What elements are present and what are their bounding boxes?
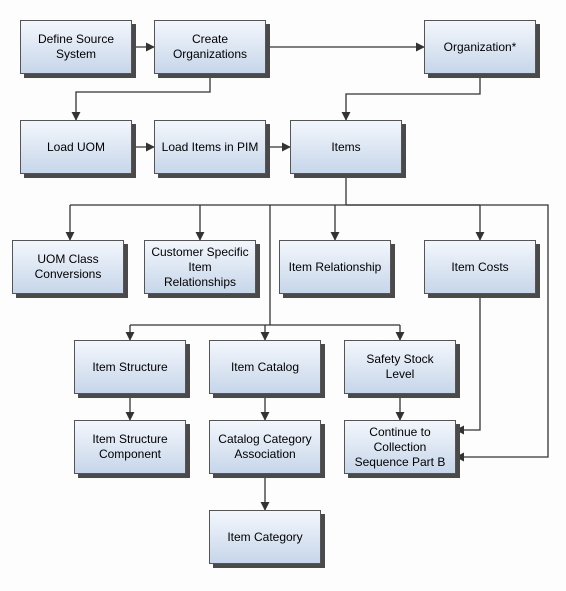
node-item-structure-component: Item Structure Component (74, 420, 186, 474)
label: Customer Specific Item Relationships (151, 245, 249, 290)
label: Safety Stock Level (351, 352, 449, 382)
node-item-catalog: Item Catalog (209, 340, 321, 394)
label: Create Organizations (161, 32, 259, 62)
node-safety-stock: Safety Stock Level (344, 340, 456, 394)
node-item-structure: Item Structure (74, 340, 186, 394)
node-define-source-system: Define Source System (20, 20, 132, 74)
label: Item Costs (451, 260, 508, 275)
node-item-costs: Item Costs (424, 240, 536, 294)
label: Item Relationship (289, 260, 382, 275)
label: Load Items in PIM (162, 140, 259, 155)
node-customer-item-relationships: Customer Specific Item Relationships (144, 240, 256, 294)
label: Define Source System (27, 32, 125, 62)
node-create-orgs: Create Organizations (154, 20, 266, 74)
node-item-category: Item Category (209, 510, 321, 564)
label: Items (331, 140, 360, 155)
label: Item Catalog (231, 360, 299, 375)
node-continue-part-b: Continue to Collection Sequence Part B (344, 420, 456, 474)
node-organization: Organization* (424, 20, 536, 74)
node-load-uom: Load UOM (20, 120, 132, 174)
node-item-relationship: Item Relationship (279, 240, 391, 294)
label: Item Structure (92, 360, 167, 375)
node-uom-class-conversions: UOM Class Conversions (12, 240, 124, 294)
label: Item Category (227, 530, 302, 545)
label: Item Structure Component (81, 432, 179, 462)
node-catalog-category-association: Catalog Category Association (209, 420, 321, 474)
label: Continue to Collection Sequence Part B (351, 425, 449, 470)
label: UOM Class Conversions (19, 252, 117, 282)
label: Organization* (444, 40, 517, 55)
node-items: Items (290, 120, 402, 174)
label: Load UOM (47, 140, 105, 155)
label: Catalog Category Association (216, 432, 314, 462)
node-load-items-pim: Load Items in PIM (154, 120, 266, 174)
